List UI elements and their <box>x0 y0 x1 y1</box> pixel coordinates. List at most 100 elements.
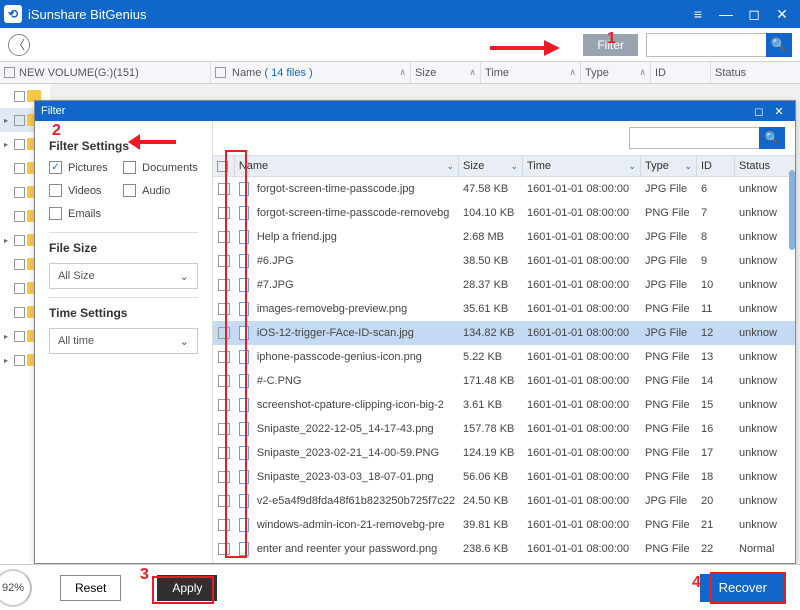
cell-time: 1601-01-01 08:00:00 <box>523 303 641 315</box>
cell-status: unknow <box>735 447 795 459</box>
filter-search-input[interactable] <box>629 127 759 149</box>
filter-type-documents[interactable]: Documents <box>123 161 198 174</box>
menu-icon[interactable]: ≡ <box>684 4 712 24</box>
back-button[interactable]: 〈 <box>8 34 30 56</box>
hcol-type[interactable]: Type <box>645 160 669 172</box>
cell-size: 38.50 KB <box>459 255 523 267</box>
cell-type: PNG File <box>641 399 697 411</box>
dialog-maximize-button[interactable]: ◻ <box>749 105 769 118</box>
row-checkbox[interactable] <box>218 543 230 555</box>
table-row[interactable]: forgot-screen-time-passcode-removebg104.… <box>213 201 795 225</box>
table-row[interactable]: #7.JPG28.37 KB1601-01-01 08:00:00JPG Fil… <box>213 273 795 297</box>
table-row[interactable]: windows-admin-icon-21-removebg-pre39.81 … <box>213 513 795 537</box>
row-checkbox[interactable] <box>218 279 230 291</box>
label-pictures: Pictures <box>68 162 108 174</box>
cell-name: screenshot-cpature-clipping-icon-big-2 <box>253 399 459 411</box>
row-checkbox[interactable] <box>218 327 230 339</box>
row-checkbox[interactable] <box>218 207 230 219</box>
table-row[interactable]: Snipaste_2023-03-03_18-07-01.png56.06 KB… <box>213 465 795 489</box>
toolbar: 〈 Filter 🔍 <box>0 28 800 62</box>
row-checkbox[interactable] <box>218 375 230 387</box>
filter-type-pictures[interactable]: ✓Pictures <box>49 161 117 174</box>
file-icon <box>239 206 249 220</box>
reset-button[interactable]: Reset <box>60 575 121 601</box>
row-checkbox[interactable] <box>218 471 230 483</box>
cell-id: 11 <box>697 303 735 315</box>
col-id[interactable]: ID <box>655 67 666 79</box>
recover-button[interactable]: Recover <box>700 574 786 602</box>
table-row[interactable]: iphone-passcode-genius-icon.png5.22 KB16… <box>213 345 795 369</box>
file-icon <box>239 302 249 316</box>
filter-search-button[interactable]: 🔍 <box>759 127 785 149</box>
col-size[interactable]: Size <box>415 67 436 79</box>
row-checkbox[interactable] <box>218 303 230 315</box>
cell-name: windows-admin-icon-21-removebg-pre <box>253 519 459 531</box>
col-type[interactable]: Type <box>585 67 609 79</box>
file-icon <box>239 518 249 532</box>
scrollbar-thumb[interactable] <box>789 170 795 250</box>
filter-type-videos[interactable]: Videos <box>49 184 117 197</box>
cell-status: unknow <box>735 399 795 411</box>
row-checkbox[interactable] <box>218 231 230 243</box>
time-dropdown[interactable]: All time⌄ <box>49 328 198 354</box>
filter-button[interactable]: Filter <box>583 34 638 56</box>
cell-name: iphone-passcode-genius-icon.png <box>253 351 459 363</box>
select-all-checkbox[interactable] <box>215 67 226 78</box>
filter-type-audio[interactable]: Audio <box>123 184 198 197</box>
cell-time: 1601-01-01 08:00:00 <box>523 519 641 531</box>
col-time[interactable]: Time <box>485 67 509 79</box>
cell-time: 1601-01-01 08:00:00 <box>523 207 641 219</box>
filter-type-emails[interactable]: Emails <box>49 207 117 220</box>
col-status[interactable]: Status <box>715 67 746 79</box>
close-button[interactable]: ✕ <box>768 4 796 24</box>
table-row[interactable]: Help a friend.jpg2.68 MB1601-01-01 08:00… <box>213 225 795 249</box>
label-videos: Videos <box>68 185 101 197</box>
table-row[interactable]: Snipaste_2023-02-21_14-00-59.PNG124.19 K… <box>213 441 795 465</box>
search-input[interactable] <box>646 33 766 57</box>
hcol-name[interactable]: Name <box>239 160 268 172</box>
table-row[interactable]: #-C.PNG171.48 KB1601-01-01 08:00:00PNG F… <box>213 369 795 393</box>
table-row[interactable]: images-removebg-preview.png35.61 KB1601-… <box>213 297 795 321</box>
row-checkbox[interactable] <box>218 399 230 411</box>
table-row[interactable]: forgot-screen-time-passcode.jpg47.58 KB1… <box>213 177 795 201</box>
hcol-id[interactable]: ID <box>701 160 712 172</box>
maximize-button[interactable]: ◻ <box>740 4 768 24</box>
progress-value: 92% <box>2 582 24 594</box>
table-row[interactable]: #6.JPG38.50 KB1601-01-01 08:00:00JPG Fil… <box>213 249 795 273</box>
minimize-button[interactable]: — <box>712 4 740 24</box>
file-size-value: All Size <box>58 270 95 282</box>
time-value: All time <box>58 335 94 347</box>
row-checkbox[interactable] <box>218 351 230 363</box>
table-row[interactable]: iOS-12-trigger-FAce-ID-scan.jpg134.82 KB… <box>213 321 795 345</box>
app-logo-icon: ⟲ <box>4 5 22 23</box>
cell-status: unknow <box>735 423 795 435</box>
select-all-checkbox[interactable] <box>217 161 228 172</box>
cell-size: 5.22 KB <box>459 351 523 363</box>
hcol-status[interactable]: Status <box>739 160 770 172</box>
file-size-dropdown[interactable]: All Size⌄ <box>49 263 198 289</box>
hcol-time[interactable]: Time <box>527 160 551 172</box>
table-row[interactable]: enter and reenter your password.png238.6… <box>213 537 795 561</box>
apply-button[interactable]: Apply <box>157 575 217 601</box>
cell-type: PNG File <box>641 423 697 435</box>
table-row[interactable]: v2-e5a4f9d8fda48f61b823250b725f7c2224.50… <box>213 489 795 513</box>
row-checkbox[interactable] <box>218 183 230 195</box>
table-row[interactable]: Snipaste_2022-12-05_14-17-43.png157.78 K… <box>213 417 795 441</box>
row-checkbox[interactable] <box>218 495 230 507</box>
cell-size: 124.19 KB <box>459 447 523 459</box>
hcol-size[interactable]: Size <box>463 160 484 172</box>
volume-name: NEW VOLUME(G:)(151) <box>19 67 139 79</box>
row-checkbox[interactable] <box>218 255 230 267</box>
row-checkbox[interactable] <box>218 447 230 459</box>
search-go-button[interactable]: 🔍 <box>766 33 792 57</box>
dialog-close-button[interactable]: ✕ <box>769 105 789 118</box>
volume-checkbox[interactable] <box>4 67 15 78</box>
col-name[interactable]: Name <box>232 67 261 79</box>
table-row[interactable]: screenshot-cpature-clipping-icon-big-23.… <box>213 393 795 417</box>
row-checkbox[interactable] <box>218 423 230 435</box>
file-icon <box>239 350 249 364</box>
cell-name: v2-e5a4f9d8fda48f61b823250b725f7c22 <box>253 495 459 507</box>
cell-id: 16 <box>697 423 735 435</box>
row-checkbox[interactable] <box>218 519 230 531</box>
cell-id: 14 <box>697 375 735 387</box>
